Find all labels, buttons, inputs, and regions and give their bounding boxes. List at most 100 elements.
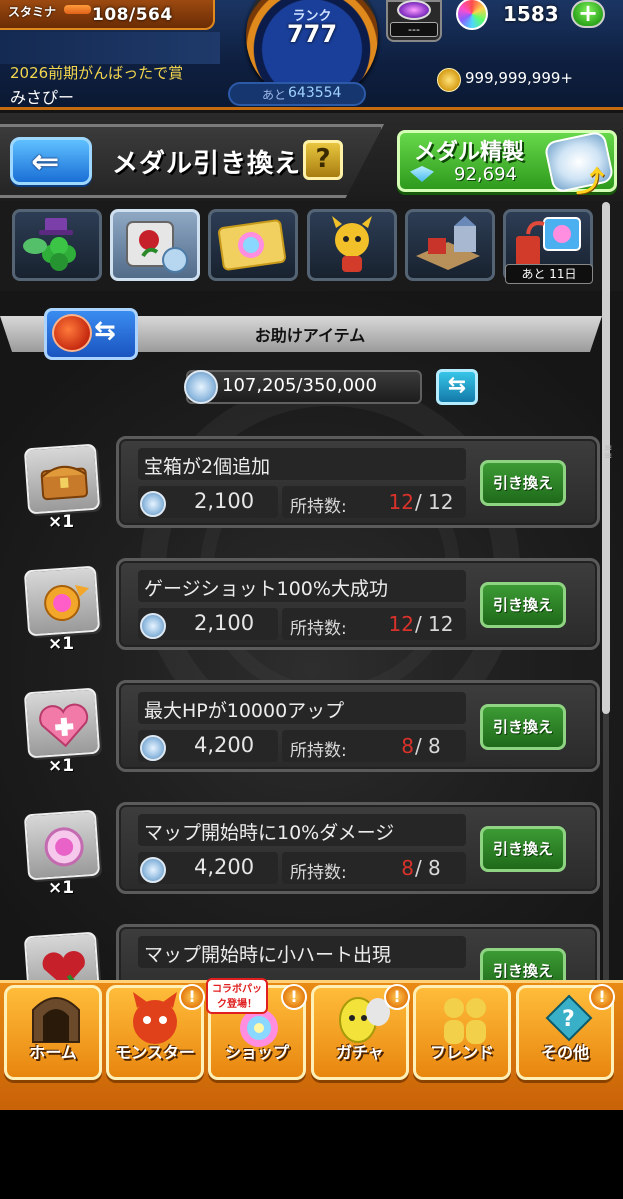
home-gate-icon xyxy=(32,997,80,1043)
nav-friend[interactable]: フレンド xyxy=(413,985,511,1080)
owned-separator: / xyxy=(415,490,422,514)
damage-orb-icon xyxy=(23,809,101,881)
scroll-grip-icon: ≡ ≡ xyxy=(604,443,613,462)
alert-badge: ! xyxy=(179,984,205,1010)
player-title: 2026前期がんばったで賞 xyxy=(10,64,184,82)
owned-max: 8 xyxy=(428,734,441,758)
coin-icon xyxy=(437,68,461,92)
item-cost: 2,100 xyxy=(194,611,255,635)
owned-separator: / xyxy=(415,734,422,758)
help-button[interactable]: ? xyxy=(303,140,343,180)
nav-label: ガチャ xyxy=(336,1043,384,1062)
castle-icon xyxy=(416,216,480,270)
nav-other[interactable]: ? ! その他 xyxy=(516,984,615,1080)
medal-refine-count: 92,694 xyxy=(454,164,517,185)
bottom-black-bar xyxy=(0,1110,623,1199)
tab-buildings[interactable] xyxy=(405,209,495,281)
item-name: 最大HPが10000アップ xyxy=(144,700,345,722)
gem-icon xyxy=(397,0,431,20)
monster-icon xyxy=(133,992,177,1044)
owned-count: 12 xyxy=(388,612,414,636)
nav-label: ホーム xyxy=(29,1043,77,1062)
item-quantity: ×1 xyxy=(48,634,75,654)
tab-orb-card[interactable] xyxy=(208,209,298,281)
owned-count: 8 xyxy=(401,734,414,758)
owned-count: 12 xyxy=(388,490,414,514)
tab-items[interactable] xyxy=(110,209,200,281)
collab-pack-badge: コラボパック登場！ xyxy=(206,978,268,1014)
stamina-value: 108/564 xyxy=(92,5,173,25)
rose-medal-icon xyxy=(126,221,188,273)
app-screen: スタミナ 108/564 ランク 777 あと 643554 --- 1583 … xyxy=(0,0,623,1199)
gauge-shot-icon xyxy=(23,565,101,637)
owned-separator: / xyxy=(415,856,422,880)
item-name: マップ開始時に10%ダメージ xyxy=(144,822,395,844)
nav-label: フレンド xyxy=(429,1043,494,1062)
owned-label: 所持数: xyxy=(290,863,347,883)
item-quantity: ×1 xyxy=(48,512,75,532)
owned-max: 8 xyxy=(428,856,441,880)
owned-label: 所持数: xyxy=(290,741,347,761)
medal-total: 107,205/350,000 xyxy=(222,375,377,396)
back-button[interactable]: ⇐ xyxy=(10,137,92,185)
tab-timer: あと 11日 xyxy=(505,264,593,284)
orb-card-icon xyxy=(218,219,286,271)
item-row: ×1 宝箱が2個追加 2,100 所持数: 12 / 12 引き換え xyxy=(0,436,600,546)
nav-monster[interactable]: ! モンスター xyxy=(106,984,205,1080)
owned-label: 所持数: xyxy=(290,619,347,639)
nav-home[interactable]: ホーム xyxy=(4,985,102,1080)
monster-icon xyxy=(52,314,92,352)
medal-icon xyxy=(140,491,166,517)
character-icon xyxy=(332,216,372,272)
item-name: 宝箱が2個追加 xyxy=(144,456,271,478)
medal-icon xyxy=(140,613,166,639)
owned-count: 8 xyxy=(401,856,414,880)
nav-label: モンスター xyxy=(115,1043,195,1062)
tab-character[interactable] xyxy=(307,209,397,281)
section-title: お助けアイテム xyxy=(254,326,366,345)
rank-next-value: 643554 xyxy=(288,85,342,101)
rank-value: 777 xyxy=(286,20,338,48)
item-row: ×1 マップ開始時に10%ダメージ 4,200 所持数: 8 / 8 引き換え xyxy=(0,802,600,912)
friends-icon xyxy=(444,998,486,1044)
gem-value: --- xyxy=(390,22,438,37)
username: みさぴー xyxy=(10,88,75,107)
exchange-button[interactable]: 引き換え xyxy=(480,582,566,628)
orb-value: 1583 xyxy=(503,2,559,26)
medal-icon xyxy=(140,857,166,883)
coin-value: 999,999,999+ xyxy=(465,69,573,87)
owned-max: 12 xyxy=(428,612,454,636)
arrow-left-icon: ⇐ xyxy=(31,142,60,182)
alert-badge: ! xyxy=(384,984,410,1010)
medal-refine-label: メダル精製 xyxy=(414,140,525,165)
nav-label: ショップ xyxy=(224,1043,289,1062)
tab-clover[interactable] xyxy=(12,209,102,281)
owned-max: 12 xyxy=(428,490,454,514)
status-bar-left-panel xyxy=(0,32,220,64)
alert-badge: ! xyxy=(589,984,615,1010)
stamina-label: スタミナ xyxy=(8,5,57,19)
buy-orb-button[interactable]: + xyxy=(571,0,605,28)
item-cost: 2,100 xyxy=(194,489,255,513)
owned-label: 所持数: xyxy=(290,497,347,517)
page-title: メダル引き換え xyxy=(112,149,302,179)
sort-button[interactable]: ⇆ xyxy=(436,369,478,405)
item-quantity: ×1 xyxy=(48,878,75,898)
alert-badge: ! xyxy=(281,984,307,1010)
item-row: ×1 最大HPが10000アップ 4,200 所持数: 8 / 8 引き換え xyxy=(0,680,600,790)
nav-gacha[interactable]: ! ガチャ xyxy=(311,984,410,1080)
item-name: ゲージショット100%大成功 xyxy=(144,578,388,600)
owned-separator: / xyxy=(415,612,422,636)
exchange-button[interactable]: 引き換え xyxy=(480,826,566,872)
heart-plus-icon xyxy=(23,687,101,759)
item-quantity: ×1 xyxy=(48,756,75,776)
item-row: ×1 ゲージショット100%大成功 2,100 所持数: 12 / 12 引き換… xyxy=(0,558,600,668)
item-cost: 4,200 xyxy=(194,733,255,757)
clover-hat-icon xyxy=(23,218,76,271)
item-name: マップ開始時に小ハート出現 xyxy=(144,944,392,966)
medal-icon xyxy=(184,370,218,404)
exchange-button[interactable]: 引き換え xyxy=(480,704,566,750)
refresh-arrow-icon: ⤴ xyxy=(576,165,605,198)
treasure-chest-icon xyxy=(23,443,101,515)
exchange-button[interactable]: 引き換え xyxy=(480,460,566,506)
